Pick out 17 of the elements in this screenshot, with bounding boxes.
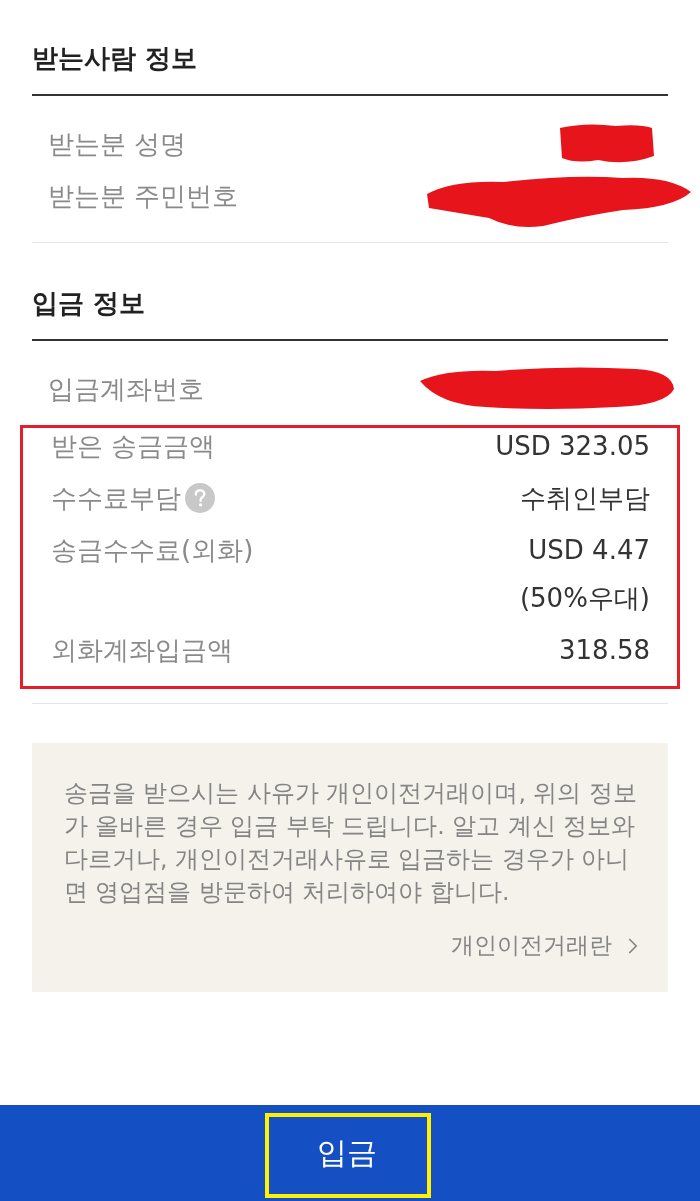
help-icon[interactable] — [185, 483, 215, 513]
field-label: 외화계좌입금액 — [51, 634, 233, 667]
field-value: USD 323.05 — [495, 430, 650, 463]
notice-text: 송금을 받으시는 사유가 개인이전거래이며, 위의 정보가 올바른 경우 입금 부탁 드립니다. 알고 계신 정보와 다르거나, 개인이전거래사유로 입금하는 경우가 아니면 영업점을 방문하여 처리하여야 합니다. — [64, 778, 638, 908]
section-title: 입금 정보 — [32, 285, 668, 341]
field-label: 받는분 성명 — [48, 128, 187, 161]
deposit-button[interactable]: 입금 — [0, 1105, 700, 1201]
field-label: 송금수수료(외화) — [51, 534, 254, 567]
field-value: USD 4.47 — [528, 534, 650, 567]
field-value: 수취인부담 — [520, 482, 650, 515]
field-label: 수수료부담 — [51, 482, 181, 515]
field-note: (50%우대) — [519, 582, 650, 615]
field-value: 318.58 — [559, 634, 650, 667]
field-label: 받는분 주민번호 — [48, 180, 239, 213]
field-label: 받은 송금금액 — [51, 430, 216, 463]
field-label: 입금계좌번호 — [48, 373, 204, 406]
section-title: 받는사람 정보 — [32, 40, 668, 96]
